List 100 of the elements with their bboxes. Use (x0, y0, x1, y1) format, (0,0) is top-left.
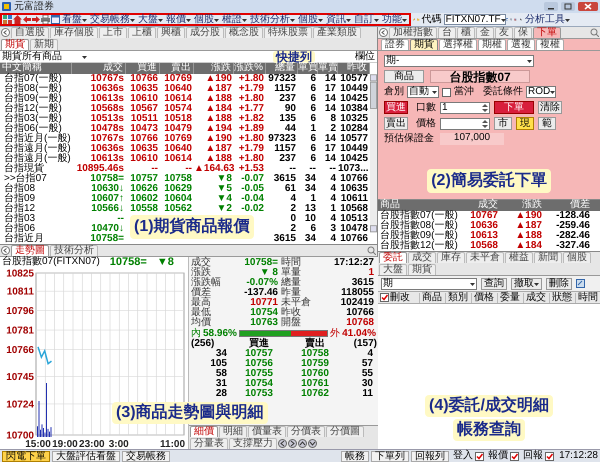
tab[interactable]: 期貨 (408, 264, 436, 275)
tab[interactable]: 委託 (379, 252, 407, 263)
window-icon[interactable] (51, 15, 60, 24)
checkbox[interactable] (475, 452, 484, 460)
tab[interactable]: 特殊股票 (264, 27, 312, 38)
menu-button[interactable]: 大盤 (137, 14, 164, 24)
arrow-down-icon[interactable] (308, 439, 317, 448)
tab[interactable]: 期權 (478, 39, 506, 50)
tab[interactable]: 上市 (99, 27, 127, 38)
nav-icon[interactable] (1, 28, 10, 37)
tab[interactable]: 未平倉 (466, 252, 504, 263)
status-button[interactable]: 下單列 (371, 450, 410, 462)
tab[interactable]: 價量表 (248, 426, 286, 437)
tab[interactable]: 走勢圖 (11, 245, 49, 256)
tab[interactable]: 自選股 (11, 27, 49, 38)
tab[interactable]: 分價圖 (326, 426, 364, 437)
tab[interactable]: 庫存 (437, 252, 465, 263)
tab[interactable]: 支撐壓力 (229, 438, 277, 449)
back-arrow-icon[interactable] (23, 15, 31, 24)
filter-dropdown[interactable]: 期貨所有商品 (2, 51, 87, 62)
tab[interactable]: 產業類股 (313, 27, 361, 38)
tab[interactable]: 大盤評估看盤 (52, 450, 120, 462)
window-icon[interactable] (576, 279, 585, 288)
query-button[interactable]: 查詢 (481, 278, 507, 290)
tab[interactable]: 明細 (219, 426, 247, 437)
checkbox[interactable] (510, 452, 520, 460)
forward-arrow-icon[interactable] (32, 15, 40, 24)
zoom-icon[interactable] (367, 246, 376, 255)
tab[interactable]: 個股 (563, 252, 591, 263)
nav-icon[interactable] (379, 28, 388, 37)
printer-icon[interactable] (41, 15, 50, 24)
maximize-icon[interactable] (561, 2, 575, 11)
tab[interactable]: 權益 (505, 252, 533, 263)
tab[interactable]: 分價表 (287, 426, 325, 437)
tab[interactable]: 加權指數 (389, 27, 437, 38)
tab[interactable]: 興櫃 (157, 27, 185, 38)
tab[interactable]: 新聞 (534, 252, 562, 263)
tab[interactable]: 友 (495, 27, 513, 38)
checkbox[interactable] (545, 452, 554, 460)
nav-icon[interactable] (1, 246, 10, 255)
tab[interactable]: 大盤 (379, 264, 407, 275)
tab[interactable]: 下單 (533, 27, 561, 38)
tab[interactable]: 期貨 (410, 39, 438, 50)
price-mode-button[interactable]: 市 (494, 117, 512, 130)
tab[interactable]: 證券 (381, 39, 409, 50)
grid-icon[interactable] (3, 15, 12, 24)
condition-dropdown[interactable]: ROD (526, 86, 556, 98)
tab[interactable]: 新期 (30, 39, 58, 50)
menu-button[interactable]: 自訂 (353, 14, 380, 24)
tab[interactable]: 期貨 (1, 39, 29, 50)
tab[interactable]: 金 (476, 27, 494, 38)
tab[interactable]: 分量表 (190, 438, 228, 449)
delete-button[interactable]: 刪除 (546, 278, 572, 290)
tab[interactable]: 保 (514, 27, 532, 38)
tab[interactable]: 概念股 (225, 27, 263, 38)
menu-button[interactable]: 資訊 (325, 14, 352, 24)
tab[interactable]: 技術分析 (50, 245, 98, 256)
account-dropdown[interactable]: 期- (384, 55, 534, 67)
menu-button[interactable]: 交易帳務 (89, 14, 136, 24)
tools-menu[interactable]: 分析工具 (524, 14, 570, 24)
close-icon[interactable] (578, 2, 598, 11)
menu-button[interactable]: 功能 (381, 14, 408, 24)
submit-order-button[interactable]: 下單 (494, 101, 534, 114)
quantity-field[interactable]: 1 (440, 102, 490, 114)
spinner-icon[interactable] (482, 118, 488, 128)
sell-button[interactable]: 賣出 (384, 117, 408, 130)
arrow-left-icon[interactable] (278, 439, 287, 448)
status-button[interactable]: 帳務 (341, 450, 370, 462)
menu-button[interactable]: 技術分析 (249, 14, 296, 24)
tab[interactable]: 櫃 (457, 27, 475, 38)
tab[interactable]: 選複 (507, 39, 535, 50)
menu-button[interactable]: 看盤 (61, 14, 88, 24)
spinner-icon[interactable] (482, 102, 488, 112)
tab[interactable]: 庫存個股 (50, 27, 98, 38)
arrow-right-icon[interactable] (288, 439, 297, 448)
price-mode-button[interactable]: 現 (516, 117, 534, 130)
code-field[interactable]: FITXN07.TF (444, 14, 506, 25)
position-dropdown[interactable]: 自動 (407, 86, 439, 98)
menu-button[interactable]: 報價 (165, 14, 192, 24)
tab[interactable]: 台 (438, 27, 456, 38)
checkbox[interactable] (380, 293, 389, 302)
tab[interactable]: 成交 (408, 252, 436, 263)
minimize-icon[interactable] (544, 2, 558, 11)
status-button[interactable]: 回報列 (411, 450, 450, 462)
clear-button[interactable]: 清除 (538, 101, 562, 114)
menu-button[interactable]: 個股 (193, 14, 220, 24)
account-dropdown[interactable]: 期 (381, 278, 477, 290)
arrow-up-icon[interactable] (298, 439, 307, 448)
price-mode-button[interactable]: 範 (538, 117, 556, 130)
tab[interactable]: 細價 (190, 426, 218, 437)
tab[interactable]: 交易帳務 (122, 450, 170, 462)
fetch-button[interactable]: 撤取 (511, 278, 542, 290)
tab[interactable]: 上櫃 (128, 27, 156, 38)
price-field[interactable] (440, 118, 490, 130)
tab[interactable]: 複權 (536, 39, 564, 50)
tab[interactable]: 閃電下單 (2, 450, 50, 462)
menu-button[interactable]: 個股 (297, 14, 324, 24)
tab[interactable]: 成分股 (186, 27, 224, 38)
checkbox[interactable] (442, 88, 451, 96)
home-icon[interactable] (13, 15, 22, 24)
